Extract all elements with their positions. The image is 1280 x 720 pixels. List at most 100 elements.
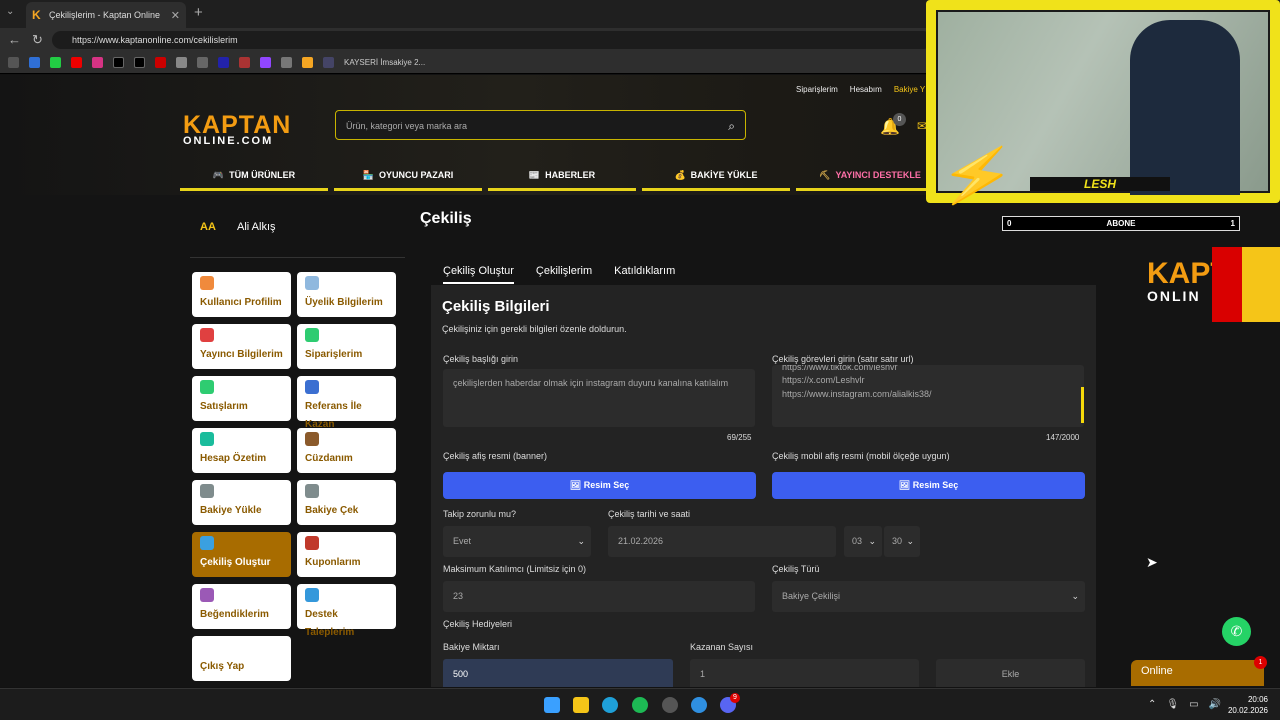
wallet-icon <box>305 432 319 446</box>
follow-value: Evet <box>453 536 472 546</box>
type-select[interactable]: Bakiye Çekilişi ⌄ <box>772 581 1085 612</box>
date-input[interactable]: 21.02.2026 <box>608 526 836 557</box>
sidebar-item-create-giveaway[interactable]: Çekiliş Oluştur <box>192 532 291 577</box>
display-icon[interactable]: ▭ <box>1189 699 1198 710</box>
windows-start-icon[interactable] <box>544 697 560 713</box>
heart-icon <box>200 588 214 602</box>
sidebar-item-sales[interactable]: Satışlarım <box>192 376 291 421</box>
sidebar-item-support[interactable]: Destek Taleplerim <box>297 584 396 638</box>
sidebar-item-account-summary[interactable]: Hesap Özetim <box>192 428 291 473</box>
textarea-scrollbar[interactable] <box>1081 387 1084 423</box>
bookmark-icon[interactable] <box>29 57 40 68</box>
nav-support-streamer[interactable]: ⛏ YAYINCI DESTEKLE <box>796 163 944 191</box>
browser-tab[interactable]: K Çekilişlerim - Kaptan Online ✕ <box>26 2 186 28</box>
twitch-icon[interactable] <box>260 57 271 68</box>
bookmark-kayseri[interactable]: KAYSERİ İmsakiye 2... <box>344 58 425 67</box>
youtube-icon[interactable] <box>71 57 82 68</box>
follow-select[interactable]: Evet ⌄ <box>443 526 591 557</box>
amount-input[interactable]: 500 <box>443 659 673 687</box>
sidebar-item-label: Üyelik Bilgilerim <box>305 297 383 308</box>
sidebar-item-wallet[interactable]: Cüzdanım <box>297 428 396 473</box>
orders-link[interactable]: Siparişlerim <box>796 85 838 94</box>
balance-link[interactable]: Bakiye Y <box>894 85 925 94</box>
volume-icon[interactable]: 🔊 <box>1209 699 1221 710</box>
nav-load-balance[interactable]: 💰 BAKİYE YÜKLE <box>642 163 790 191</box>
sidebar-item-coupons[interactable]: Kuponlarım <box>297 532 396 577</box>
button-label: Resim Seç <box>912 480 959 490</box>
system-tray: ⌃ 🎙 ▭ 🔊 <box>1148 699 1221 710</box>
search-input[interactable]: Ürün, kategori veya marka ara ⌕ <box>335 110 746 140</box>
reload-icon[interactable]: ↻ <box>32 32 43 48</box>
edge-icon[interactable] <box>602 697 618 713</box>
minute-value: 30 <box>892 536 903 546</box>
nav-all-products[interactable]: 🎮 TÜM ÜRÜNLER <box>180 163 328 191</box>
sidebar-item-logout[interactable]: Çıkış Yap <box>192 636 291 681</box>
tab-my-giveaways[interactable]: Çekilişlerim <box>536 258 592 284</box>
back-arrow-icon[interactable]: ← <box>8 32 21 47</box>
sidebar-item-label: Hesap Özetim <box>200 453 267 464</box>
tab-create-giveaway[interactable]: Çekiliş Oluştur <box>443 258 514 284</box>
site-logo[interactable]: KAPTAN ONLINE.COM <box>183 113 291 147</box>
image-icon: 🖼 <box>569 480 584 490</box>
sidebar-item-favorites[interactable]: Beğendiklerim <box>192 584 291 629</box>
sidebar-item-load-balance[interactable]: Bakiye Yükle <box>192 480 291 525</box>
bookmark-icon[interactable] <box>8 57 19 68</box>
microphone-icon[interactable]: 🎙 <box>1166 699 1179 710</box>
discord-badge: 9 <box>730 693 740 703</box>
hour-select[interactable]: 03 ⌄ <box>844 526 882 557</box>
clock[interactable]: 20:06 20.02.2026 <box>1228 694 1268 716</box>
winners-input[interactable]: 1 <box>690 659 919 687</box>
search-icon[interactable]: ⌕ <box>728 119 735 134</box>
app-icon[interactable] <box>691 697 707 713</box>
sidebar-item-label: Kuponlarım <box>305 557 361 568</box>
url-field[interactable]: https://www.kaptanonline.com/cekilisleri… <box>52 31 932 49</box>
new-tab-icon[interactable]: + <box>194 4 203 21</box>
sidebar-item-membership[interactable]: Üyelik Bilgilerim <box>297 272 396 317</box>
title-label: Çekiliş başlığı girin <box>443 354 519 364</box>
tasks-textarea[interactable]: https://www.tiktok.com/leshvr https://x.… <box>772 365 1084 427</box>
x-icon[interactable] <box>134 57 145 68</box>
banner-pick-image-button[interactable]: 🖼 Resim Seç <box>443 472 756 499</box>
tab-joined[interactable]: Katıldıklarım <box>614 258 675 284</box>
whatsapp-icon[interactable]: ✆ <box>1222 617 1251 646</box>
account-link[interactable]: Hesabım <box>850 85 882 94</box>
nav-player-market[interactable]: 🏪 OYUNCU PAZARI <box>334 163 482 191</box>
bookmark-icon[interactable] <box>323 57 334 68</box>
gift-icon <box>200 536 214 550</box>
tab-title: Çekilişlerim - Kaptan Online <box>49 10 161 20</box>
money-icon <box>200 484 214 498</box>
form-subtitle: Çekilişiniz için gerekli bilgileri özenl… <box>442 324 627 334</box>
bookmark-icon[interactable] <box>155 57 166 68</box>
tiktok-icon[interactable] <box>113 57 124 68</box>
kaptan-icon[interactable] <box>302 57 313 68</box>
sidebar-item-referral[interactable]: Referans İle Kazan <box>297 376 396 430</box>
sidebar-item-orders[interactable]: Siparişlerim <box>297 324 396 369</box>
instagram-icon[interactable] <box>92 57 103 68</box>
bookmark-icon[interactable] <box>218 57 229 68</box>
minute-select[interactable]: 30 ⌄ <box>884 526 920 557</box>
spotify-icon[interactable] <box>632 697 648 713</box>
nav-news[interactable]: 📰 HABERLER <box>488 163 636 191</box>
chevron-up-icon[interactable]: ⌃ <box>1148 699 1156 710</box>
sidebar-item-withdraw[interactable]: Bakiye Çek <box>297 480 396 525</box>
online-chat-widget[interactable]: Online <box>1131 660 1264 686</box>
mobile-pick-image-button[interactable]: 🖼 Resim Seç <box>772 472 1085 499</box>
type-label: Çekiliş Türü <box>772 564 820 574</box>
title-textarea[interactable]: çekilişlerden haberdar olmak için instag… <box>443 369 755 427</box>
chart-search-icon <box>200 432 214 446</box>
close-tab-icon[interactable]: ✕ <box>171 9 180 22</box>
bookmark-icon[interactable] <box>176 57 187 68</box>
sidebar-item-profile[interactable]: Kullanıcı Profilim <box>192 272 291 317</box>
bookmark-icon[interactable] <box>197 57 208 68</box>
sidebar-item-streamer[interactable]: Yayıncı Bilgilerim <box>192 324 291 369</box>
max-participants-input[interactable]: 23 <box>443 581 755 612</box>
subscriber-label: ABONE <box>1106 219 1136 228</box>
bookmark-icon[interactable] <box>50 57 61 68</box>
file-explorer-icon[interactable] <box>573 697 589 713</box>
tab-list-chevron-icon[interactable]: ⌄ <box>6 6 14 17</box>
app-icon[interactable] <box>662 697 678 713</box>
bookmark-icon[interactable] <box>239 57 250 68</box>
form-title: Çekiliş Bilgileri <box>442 298 550 315</box>
add-prize-button[interactable]: Ekle <box>936 659 1085 687</box>
bookmark-icon[interactable] <box>281 57 292 68</box>
